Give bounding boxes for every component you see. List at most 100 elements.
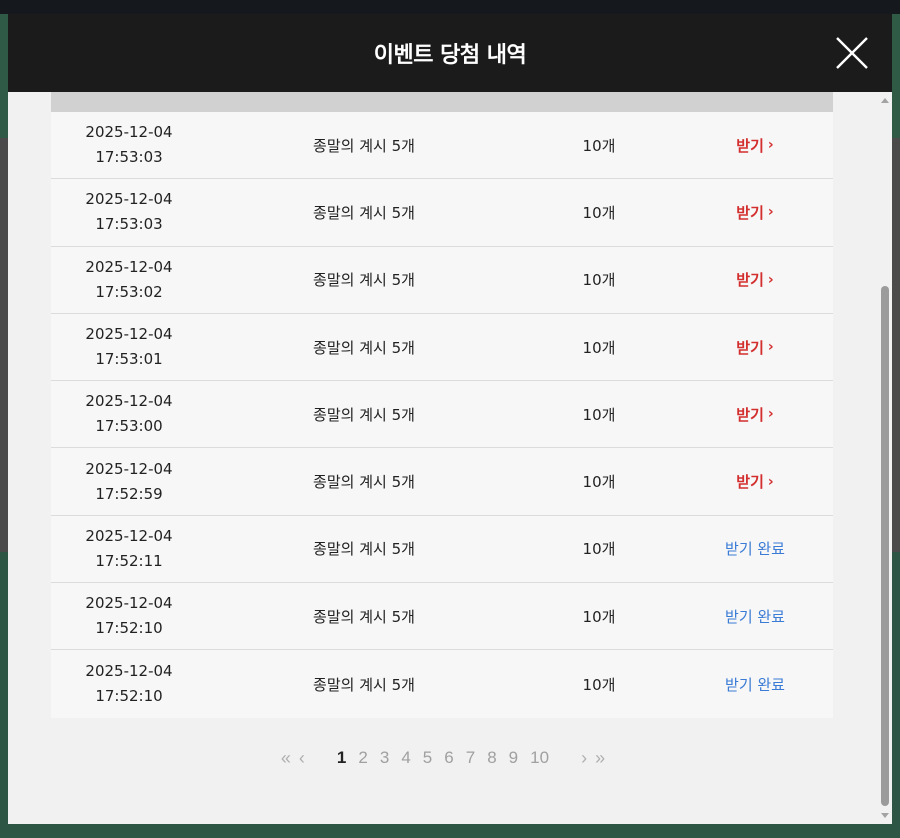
first-page-button[interactable]: « <box>281 748 291 769</box>
table-row: 2025-12-04 17:52:59 종말의 계시 5개 10개 받기 › <box>51 448 833 516</box>
status-cell: 받기 › <box>677 471 833 492</box>
status-cell: 받기 › <box>677 404 833 425</box>
claim-button-label: 받기 <box>736 271 764 290</box>
claim-button[interactable]: 받기 › <box>736 471 773 492</box>
quantity-cell: 10개 <box>582 675 616 694</box>
claim-button-label: 받기 <box>736 203 764 222</box>
page-number-list: 1 2 3 4 5 6 7 8 9 10 <box>331 748 555 768</box>
prev-page-button[interactable]: ‹ <box>299 748 305 769</box>
row-time: 17:53:02 <box>95 282 163 301</box>
table-header-cell <box>521 92 677 112</box>
page-number-10[interactable]: 10 <box>530 748 549 768</box>
status-cell: 받기 › <box>677 202 833 223</box>
chevron-right-icon: › <box>767 271 774 288</box>
modal-title: 이벤트 당첨 내역 <box>373 43 527 68</box>
modal-header: 이벤트 당첨 내역 <box>8 14 892 92</box>
date-cell: 2025-12-04 17:53:02 <box>51 255 207 305</box>
event-history-modal: 이벤트 당첨 내역 2025-12-04 17:53:03 종말의 계시 5개 … <box>8 14 892 824</box>
claim-button[interactable]: 받기 › <box>736 404 773 425</box>
claim-button[interactable]: 받기 › <box>736 269 773 290</box>
row-time: 17:52:11 <box>95 551 163 570</box>
page-number-6[interactable]: 6 <box>444 748 453 768</box>
table-body: 2025-12-04 17:53:03 종말의 계시 5개 10개 받기 › 20… <box>51 112 833 718</box>
claimed-status: 받기 완료 <box>725 607 785 626</box>
quantity-cell: 10개 <box>582 203 616 222</box>
status-cell: 받기 › <box>677 337 833 358</box>
quantity-cell: 10개 <box>582 473 616 492</box>
page-number-4[interactable]: 4 <box>401 748 410 768</box>
claim-button-label: 받기 <box>736 473 764 492</box>
date-cell: 2025-12-04 17:53:03 <box>51 120 207 170</box>
status-cell: 받기 완료 <box>677 674 833 695</box>
item-cell: 종말의 계시 5개 <box>313 338 415 357</box>
row-time: 17:52:10 <box>95 687 163 706</box>
chevron-right-icon: › <box>767 339 774 356</box>
close-icon <box>836 37 868 69</box>
chevron-right-icon: › <box>767 406 774 423</box>
row-date: 2025-12-04 <box>85 392 173 411</box>
page-number-2[interactable]: 2 <box>358 748 367 768</box>
claim-button-label: 받기 <box>736 405 764 424</box>
table-row: 2025-12-04 17:53:01 종말의 계시 5개 10개 받기 › <box>51 313 833 382</box>
row-date: 2025-12-04 <box>85 594 173 613</box>
pagination: « ‹ 1 2 3 4 5 6 7 8 9 10 › » <box>8 738 878 778</box>
page-number-1[interactable]: 1 <box>337 748 346 768</box>
item-cell: 종말의 계시 5개 <box>313 675 415 694</box>
table-row: 2025-12-04 17:52:11 종말의 계시 5개 10개 받기 완료 <box>51 515 833 584</box>
date-cell: 2025-12-04 17:53:00 <box>51 389 207 439</box>
claim-button[interactable]: 받기 › <box>736 135 773 156</box>
item-cell: 종말의 계시 5개 <box>313 271 415 290</box>
scroll-down-arrow-icon[interactable] <box>881 813 889 818</box>
claimed-status: 받기 완료 <box>725 540 785 559</box>
table-header-cell <box>677 92 833 112</box>
date-cell: 2025-12-04 17:52:11 <box>51 524 207 574</box>
status-cell: 받기 › <box>677 135 833 156</box>
page-number-7[interactable]: 7 <box>466 748 475 768</box>
date-cell: 2025-12-04 17:52:10 <box>51 591 207 641</box>
chevron-right-icon: › <box>767 204 774 221</box>
table-row: 2025-12-04 17:52:10 종말의 계시 5개 10개 받기 완료 <box>51 650 833 718</box>
claim-button[interactable]: 받기 › <box>736 337 773 358</box>
table-header <box>51 92 833 112</box>
page-top-bar <box>0 0 900 14</box>
quantity-cell: 10개 <box>582 271 616 290</box>
modal-scroll-area[interactable]: 2025-12-04 17:53:03 종말의 계시 5개 10개 받기 › 20… <box>8 92 878 824</box>
chevron-right-icon: › <box>767 137 774 154</box>
row-time: 17:53:03 <box>95 215 163 234</box>
table-row: 2025-12-04 17:52:10 종말의 계시 5개 10개 받기 완료 <box>51 583 833 651</box>
scrollbar-thumb[interactable] <box>881 286 889 806</box>
page-number-3[interactable]: 3 <box>380 748 389 768</box>
claim-button[interactable]: 받기 › <box>736 202 773 223</box>
close-button[interactable] <box>834 35 870 71</box>
last-page-button[interactable]: » <box>595 748 605 769</box>
item-cell: 종말의 계시 5개 <box>313 203 415 222</box>
next-page-button[interactable]: › <box>581 748 587 769</box>
page-number-5[interactable]: 5 <box>423 748 432 768</box>
date-cell: 2025-12-04 17:52:59 <box>51 457 207 507</box>
item-cell: 종말의 계시 5개 <box>313 473 415 492</box>
claim-button-label: 받기 <box>736 338 764 357</box>
claim-button-label: 받기 <box>736 136 764 155</box>
date-cell: 2025-12-04 17:52:10 <box>51 659 207 709</box>
date-cell: 2025-12-04 17:53:01 <box>51 322 207 372</box>
quantity-cell: 10개 <box>582 607 616 626</box>
page-number-9[interactable]: 9 <box>509 748 518 768</box>
table-row: 2025-12-04 17:53:00 종말의 계시 5개 10개 받기 › <box>51 381 833 449</box>
quantity-cell: 10개 <box>582 540 616 559</box>
page-number-8[interactable]: 8 <box>487 748 496 768</box>
row-time: 17:53:00 <box>95 417 163 436</box>
item-cell: 종말의 계시 5개 <box>313 540 415 559</box>
table-row: 2025-12-04 17:53:03 종말의 계시 5개 10개 받기 › <box>51 112 833 180</box>
scroll-up-arrow-icon[interactable] <box>881 98 889 103</box>
row-date: 2025-12-04 <box>85 526 173 545</box>
row-date: 2025-12-04 <box>85 325 173 344</box>
row-date: 2025-12-04 <box>85 190 173 209</box>
item-cell: 종말의 계시 5개 <box>313 607 415 626</box>
item-cell: 종말의 계시 5개 <box>313 405 415 424</box>
table-header-cell <box>51 92 207 112</box>
row-date: 2025-12-04 <box>85 257 173 276</box>
scrollbar[interactable] <box>878 92 892 824</box>
chevron-right-icon: › <box>767 473 774 490</box>
quantity-cell: 10개 <box>582 405 616 424</box>
quantity-cell: 10개 <box>582 136 616 155</box>
